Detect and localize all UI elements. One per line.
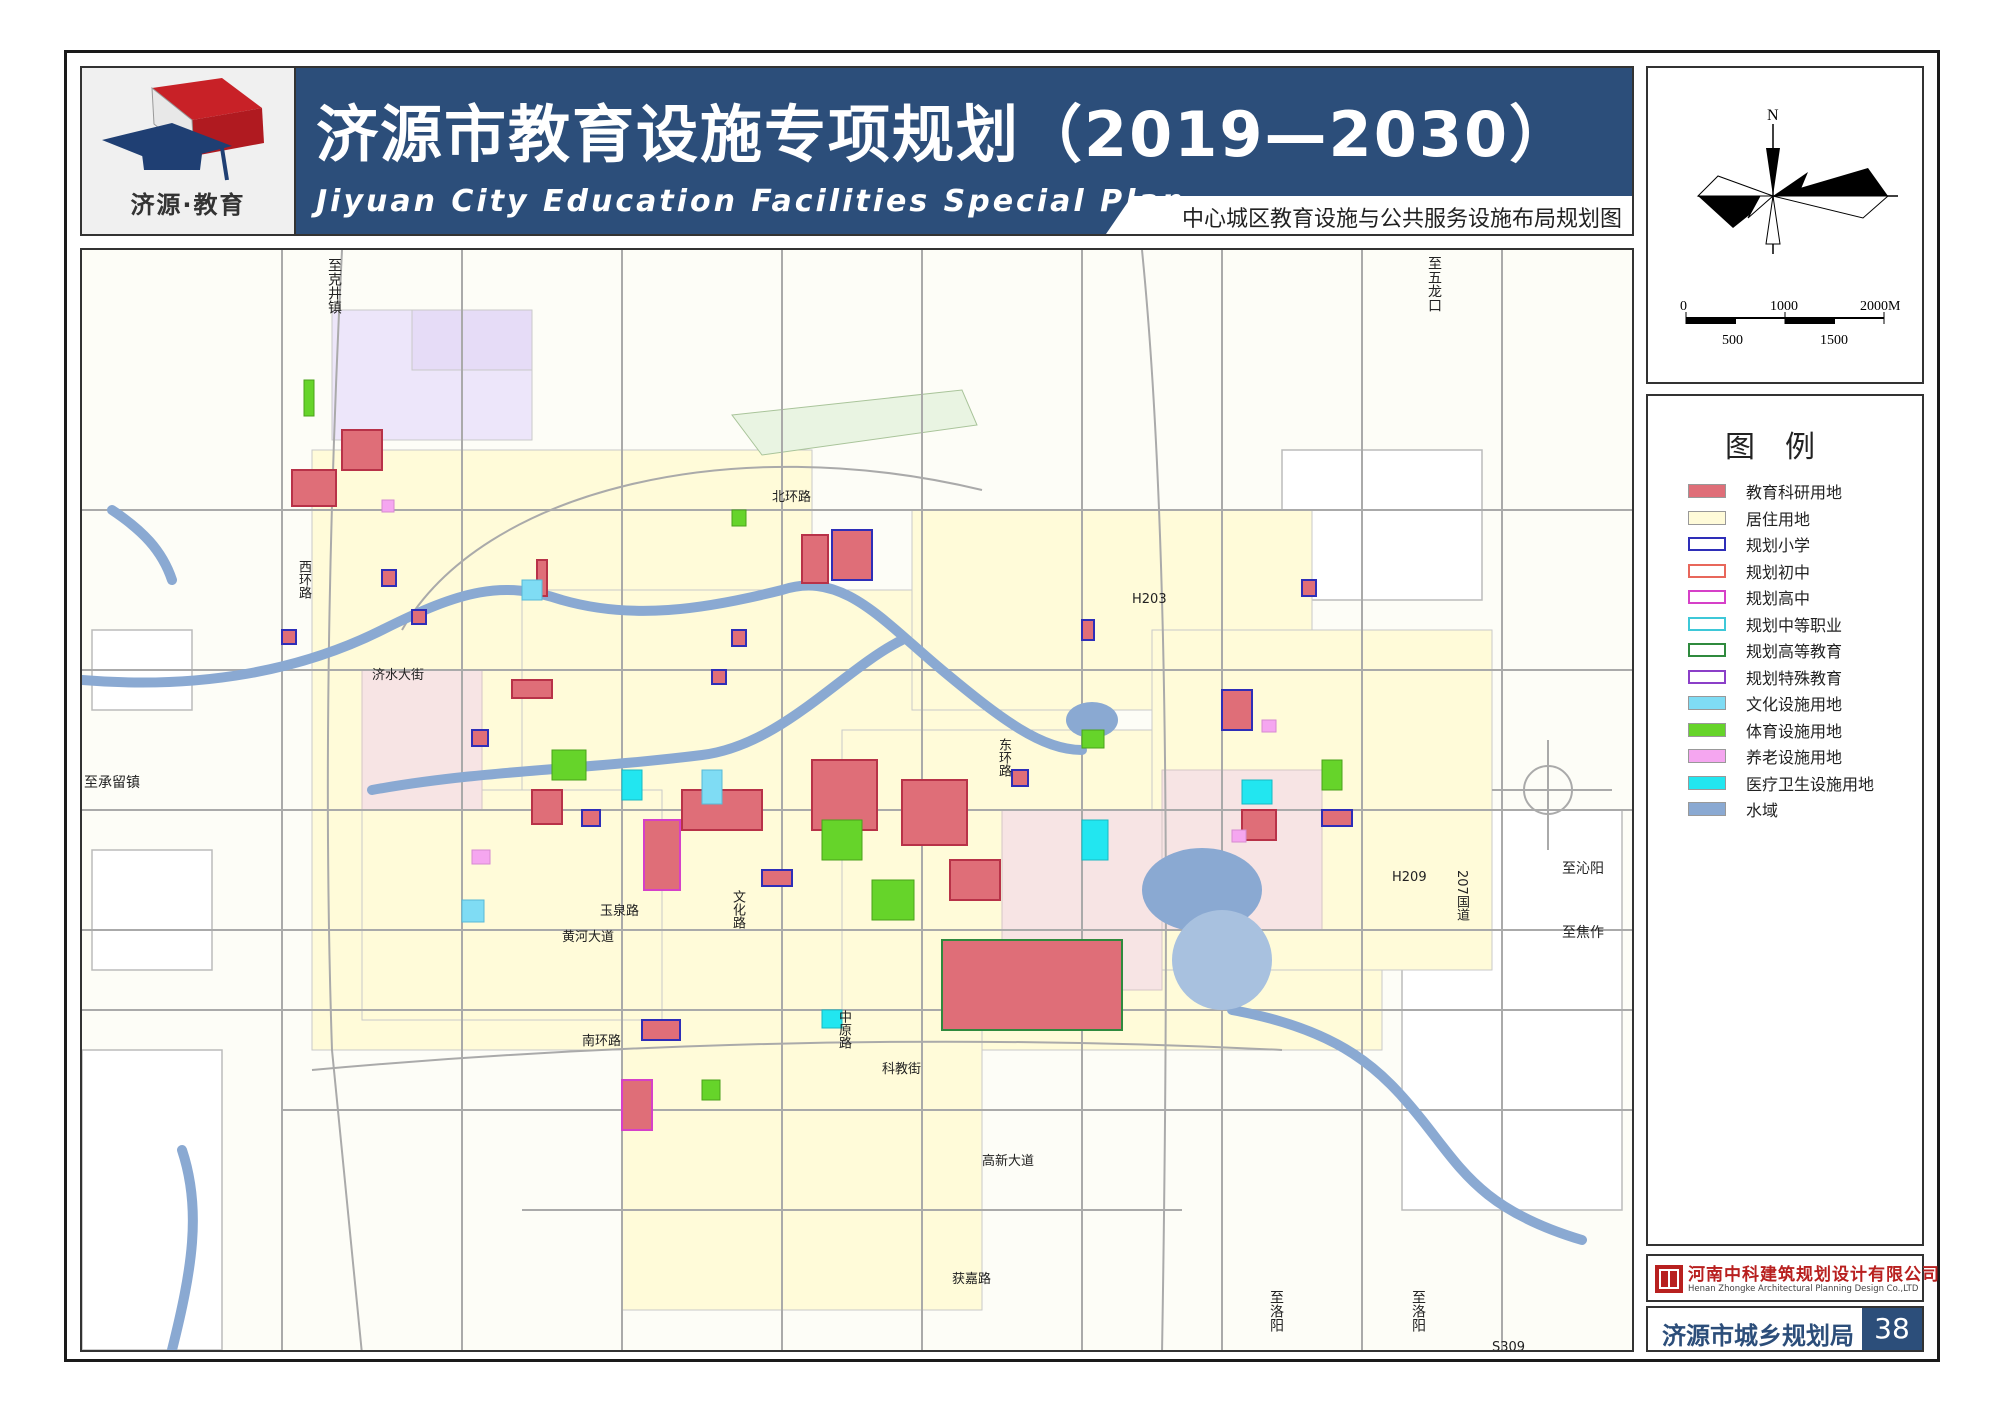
legend-item: 水域 <box>1688 798 1778 820</box>
logo-text: 济源·教育 <box>130 191 246 219</box>
legend-label: 医疗卫生设施用地 <box>1746 774 1875 794</box>
legend-item: 规划中等职业 <box>1688 613 1842 635</box>
legend-label: 居住用地 <box>1746 509 1811 529</box>
road-label-zhongyuan: 中原路 <box>836 1010 851 1049</box>
legend-swatch <box>1688 775 1726 790</box>
legend-swatch <box>1688 802 1726 816</box>
company-logo-icon <box>1655 1265 1683 1293</box>
bureau-name: 济源市城乡规划局 <box>1662 1322 1854 1350</box>
road-label-huolong: 获嘉路 <box>952 1272 992 1287</box>
legend-swatch <box>1688 616 1726 631</box>
legend: 图例 教育科研用地 居住用地规划小学规划初中规划高中规划中等职业 规划高等教育 规划特… <box>1646 394 1924 1246</box>
legend-item: 教育科研用地 <box>1688 480 1842 502</box>
north-arrow-icon: N 0 1000 2000M 500 1500 <box>1680 107 1901 348</box>
road-label-keji: 科教街 <box>882 1062 922 1077</box>
legend-swatch <box>1688 484 1726 498</box>
legend-item: 规划高等教育 <box>1688 639 1842 661</box>
road-label-xihuan: 西环路 <box>296 560 311 599</box>
legend-swatch <box>1688 749 1726 763</box>
road-label-donghuan: 东环路 <box>996 738 1011 777</box>
legend-title: 图例 <box>1725 430 1845 465</box>
svg-text:1500: 1500 <box>1820 333 1848 348</box>
map-label-to-qinyang: 至沁阳 <box>1562 861 1604 877</box>
svg-text:500: 500 <box>1722 333 1743 348</box>
north-arrow-scale-panel: N 0 1000 2000M 500 1500 <box>1646 66 1924 384</box>
legend-swatch <box>1688 669 1726 684</box>
bureau-block: 济源市城乡规划局 38 <box>1646 1306 1924 1352</box>
legend-label: 规划初中 <box>1746 562 1811 582</box>
map-subtitle-text: 中心城区教育设施与公共服务设施布局规划图 <box>1181 207 1622 232</box>
book-cap-icon <box>102 78 264 181</box>
legend-label: 文化设施用地 <box>1746 695 1843 714</box>
legend-label: 水域 <box>1746 801 1779 820</box>
road-label-nanhuan: 南环路 <box>582 1034 622 1049</box>
legend-item: 规划初中 <box>1688 560 1810 582</box>
legend-swatch <box>1688 722 1726 737</box>
legend-item: 居住用地 <box>1688 507 1810 529</box>
legend-item: 规划小学 <box>1688 533 1810 555</box>
legend-swatch <box>1688 643 1726 657</box>
svg-text:2000M: 2000M <box>1860 299 1901 314</box>
north-label: N <box>1767 107 1779 124</box>
legend-label: 规划特殊教育 <box>1746 668 1843 688</box>
legend-item: 医疗卫生设施用地 <box>1688 772 1874 794</box>
road-label-wenhua: 文化路 <box>730 890 745 929</box>
planning-map[interactable]: 至克井镇 至五龙口 至承留镇 至沁阳 至焦作 至洛阳 至洛阳 北环路 南环路 济… <box>80 248 1634 1352</box>
road-label-h203: H203 <box>1132 592 1167 607</box>
road-label-yuquan: 玉泉路 <box>600 904 640 919</box>
page-title-english: Jiyuan City Education Facilities Special… <box>316 184 1186 219</box>
legend-item: 文化设施用地 <box>1688 692 1842 714</box>
road-label-jishui: 济水大街 <box>372 668 425 683</box>
map-label-to-luoyang-2: 至洛阳 <box>1410 1290 1426 1332</box>
legend-swatch <box>1688 696 1726 710</box>
legend-item: 养老设施用地 <box>1688 745 1842 767</box>
legend-item: 规划特殊教育 <box>1688 666 1842 688</box>
company-block: 河南中科建筑规划设计有限公司 Henan Zhongke Architectur… <box>1646 1254 1939 1302</box>
svg-text:1000: 1000 <box>1770 299 1798 314</box>
road-label-gaoxin: 高新大道 <box>982 1154 1035 1169</box>
road-label-s309: S309 <box>1492 1340 1526 1352</box>
map-label-to-chengliu: 至承留镇 <box>84 775 140 791</box>
map-label-to-wulongkou: 至五龙口 <box>1426 256 1442 312</box>
map-label-to-luoyang-1: 至洛阳 <box>1268 1290 1284 1332</box>
map-subtitle: 中心城区教育设施与公共服务设施布局规划图 <box>1106 196 1632 234</box>
map-canvas <box>82 250 1632 1350</box>
legend-swatch <box>1688 563 1726 578</box>
page-title: 济源市教育设施专项规划（2019—2030） <box>316 98 1574 171</box>
road-label-g207: 207国道 <box>1454 870 1469 921</box>
legend-swatch <box>1688 510 1726 525</box>
page-number: 38 <box>1862 1308 1922 1350</box>
legend-label: 规划小学 <box>1746 536 1811 555</box>
map-label-to-kejing: 至克井镇 <box>326 258 342 314</box>
svg-text:0: 0 <box>1680 299 1687 314</box>
legend-swatch <box>1688 537 1726 551</box>
legend-label: 规划高等教育 <box>1746 642 1843 661</box>
road-label-beihuan: 北环路 <box>772 490 812 505</box>
company-name: 河南中科建筑规划设计有限公司 <box>1688 1265 1940 1285</box>
road-label-h209: H209 <box>1392 870 1427 885</box>
legend-item: 规划高中 <box>1688 586 1810 608</box>
legend-swatch <box>1688 590 1726 604</box>
legend-item: 体育设施用地 <box>1688 719 1842 741</box>
legend-label: 体育设施用地 <box>1746 721 1843 741</box>
logo: 济源·教育 <box>80 66 296 236</box>
legend-label: 规划高中 <box>1746 589 1811 608</box>
legend-label: 规划中等职业 <box>1746 615 1843 635</box>
legend-label: 养老设施用地 <box>1746 748 1843 767</box>
map-label-to-jiaozuo: 至焦作 <box>1562 925 1604 941</box>
road-label-huanghe: 黄河大道 <box>562 930 615 945</box>
legend-label: 教育科研用地 <box>1746 483 1843 502</box>
company-name-english: Henan Zhongke Architectural Planning Des… <box>1688 1284 1919 1294</box>
